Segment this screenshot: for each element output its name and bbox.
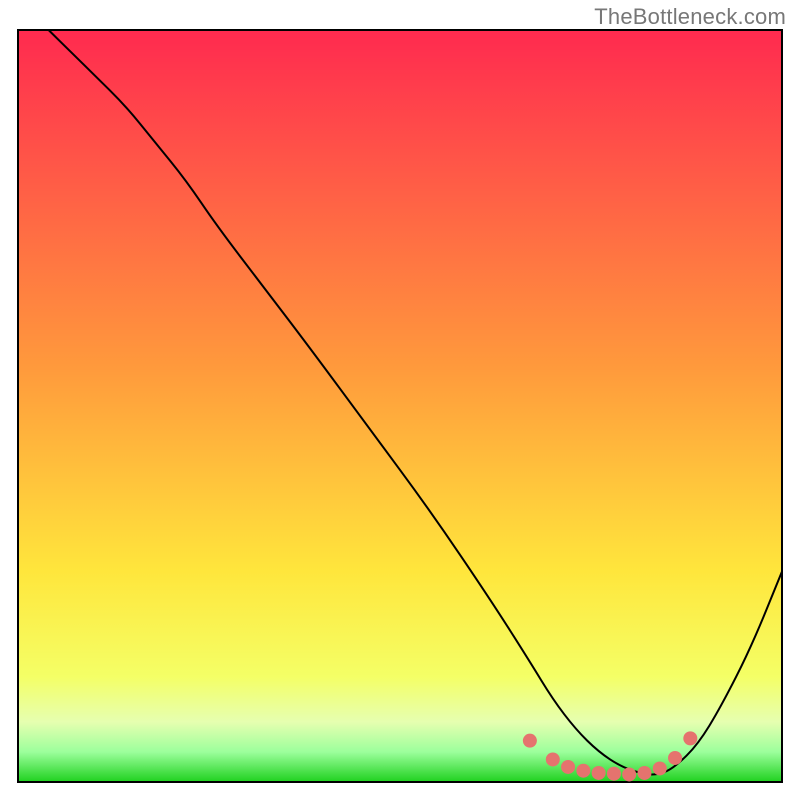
optimal-zone-dot [523,734,537,748]
optimal-zone-dot [668,751,682,765]
optimal-zone-dot [637,766,651,780]
optimal-zone-dot [653,761,667,775]
optimal-zone-dot [576,764,590,778]
optimal-zone-dot [622,767,636,781]
optimal-zone-dot [607,767,621,781]
bottleneck-chart [0,0,800,800]
optimal-zone-dot [546,752,560,766]
chart-container: TheBottleneck.com [0,0,800,800]
watermark-text: TheBottleneck.com [594,4,786,30]
optimal-zone-dot [683,731,697,745]
optimal-zone-dot [561,760,575,774]
optimal-zone-dot [592,766,606,780]
plot-background [18,30,782,782]
